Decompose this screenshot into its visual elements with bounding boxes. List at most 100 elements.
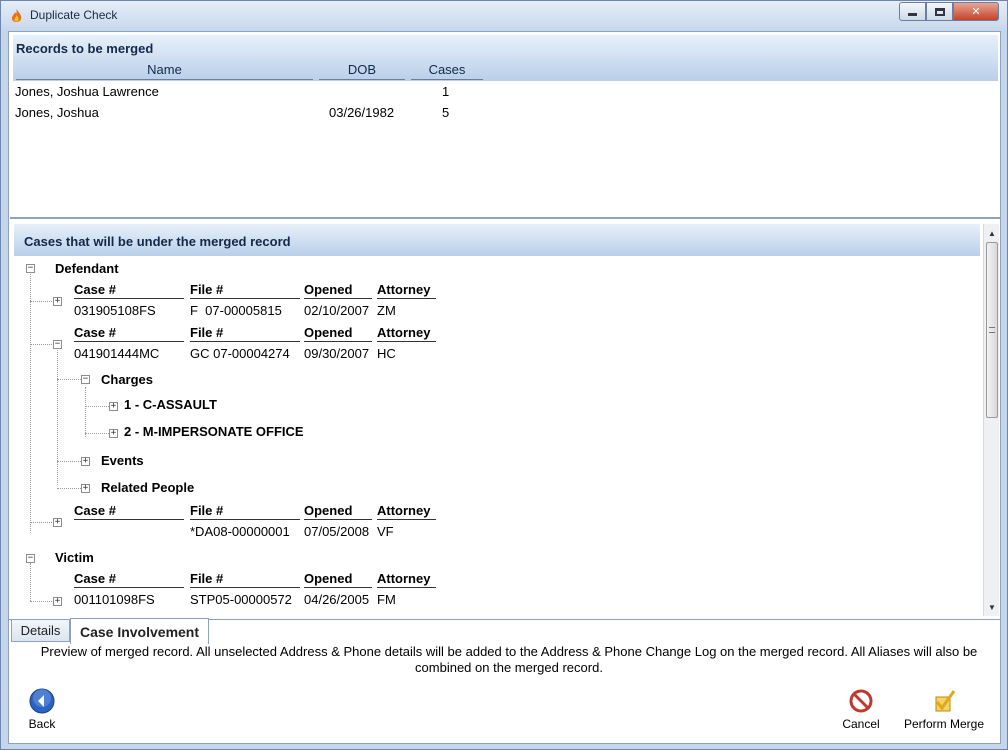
file-column-header: File # — [190, 571, 300, 588]
charges-node[interactable]: Charges — [101, 372, 153, 387]
file-number: *DA08-00000001 — [190, 524, 290, 539]
events-node[interactable]: Events — [101, 453, 144, 468]
file-number: F 07-00005815 — [190, 303, 282, 318]
records-panel: Records to be merged Name DOB Cases Jone… — [10, 33, 1000, 219]
tree-line — [57, 347, 58, 485]
perform-merge-button[interactable]: Perform Merge — [902, 688, 986, 731]
record-cases: 1 — [442, 84, 450, 99]
attorney: HC — [377, 346, 396, 361]
collapse-toggle-icon[interactable]: − — [26, 554, 35, 563]
file-column-header: File # — [190, 282, 300, 299]
expand-toggle-icon[interactable]: + — [109, 402, 118, 411]
restore-icon — [934, 7, 945, 16]
attorney-column-header: Attorney — [377, 282, 436, 299]
case-column-header: Case # — [74, 325, 184, 342]
expand-toggle-icon[interactable]: + — [109, 429, 118, 438]
cancel-button[interactable]: Cancel — [838, 688, 884, 731]
tree-line — [30, 301, 52, 302]
duplicate-check-window: Duplicate Check ✕ Records to be merged N… — [0, 0, 1008, 750]
records-grid-header: Records to be merged Name DOB Cases — [13, 35, 998, 81]
tab-case-involvement[interactable]: Case Involvement — [70, 618, 209, 644]
record-name: Jones, Joshua Lawrence — [15, 84, 159, 99]
close-button[interactable]: ✕ — [953, 2, 999, 21]
file-number: GC 07-00004274 — [190, 346, 290, 361]
expand-toggle-icon[interactable]: + — [53, 297, 62, 306]
case-column-header: Case # — [74, 282, 184, 299]
vertical-scrollbar[interactable]: ▲ ▼ — [983, 224, 999, 616]
case-column-header: Case # — [74, 503, 184, 520]
grip-icon — [989, 327, 995, 333]
opened-column-header: Opened — [304, 282, 372, 299]
file-column-header: File # — [190, 503, 300, 520]
tree-line — [57, 488, 81, 489]
expand-toggle-icon[interactable]: + — [81, 457, 90, 466]
maximize-button[interactable] — [926, 2, 953, 21]
scrollbar-thumb[interactable] — [986, 242, 998, 418]
case-number[interactable]: 031905108FS — [74, 303, 156, 318]
cancel-icon — [849, 689, 873, 713]
column-header-cases[interactable]: Cases — [411, 62, 483, 80]
opened-date: 04/26/2005 — [304, 592, 370, 607]
record-dob: 03/26/1982 — [329, 105, 395, 120]
tree-line — [57, 379, 81, 380]
scroll-up-icon[interactable]: ▲ — [985, 226, 999, 240]
opened-date: 07/05/2008 — [304, 524, 370, 539]
tree-line — [57, 461, 81, 462]
victim-node[interactable]: Victim — [55, 550, 94, 565]
client-area: Records to be merged Name DOB Cases Jone… — [8, 31, 1001, 744]
records-panel-title: Records to be merged — [16, 41, 154, 56]
tab-details[interactable]: Details — [11, 619, 70, 642]
tree-line — [30, 269, 31, 533]
attorney-column-header: Attorney — [377, 325, 436, 342]
tree-line — [30, 522, 52, 523]
expand-toggle-icon[interactable]: + — [81, 484, 90, 493]
window-title: Duplicate Check — [30, 8, 118, 22]
related-people-node[interactable]: Related People — [101, 480, 194, 495]
tree-line — [85, 433, 109, 434]
collapse-toggle-icon[interactable]: − — [81, 375, 90, 384]
minimize-icon — [908, 13, 917, 16]
back-label: Back — [28, 717, 56, 731]
opened-column-header: Opened — [304, 571, 372, 588]
opened-date: 02/10/2007 — [304, 303, 370, 318]
perform-merge-label: Perform Merge — [903, 717, 985, 731]
expand-toggle-icon[interactable]: + — [53, 518, 62, 527]
scroll-down-icon[interactable]: ▼ — [985, 600, 999, 614]
file-number: STP05-00000572 — [190, 592, 292, 607]
cancel-label: Cancel — [842, 717, 880, 731]
minimize-button[interactable] — [899, 2, 926, 21]
opened-date: 09/30/2007 — [304, 346, 370, 361]
case-column-header: Case # — [74, 571, 184, 588]
tree-line — [30, 344, 52, 345]
back-arrow-icon — [29, 688, 55, 714]
case-number[interactable]: 041901444MC — [74, 346, 159, 361]
defendant-node[interactable]: Defendant — [55, 261, 119, 276]
record-row[interactable]: Jones, Joshua 03/26/1982 5 — [10, 105, 710, 123]
column-header-name[interactable]: Name — [16, 62, 313, 80]
title-bar: Duplicate Check ✕ — [1, 1, 1007, 31]
tree-line — [85, 387, 86, 437]
tree-line — [30, 563, 31, 601]
opened-column-header: Opened — [304, 325, 372, 342]
attorney: FM — [377, 592, 396, 607]
attorney-column-header: Attorney — [377, 503, 436, 520]
close-icon: ✕ — [971, 6, 981, 18]
cases-panel-header: Cases that will be under the merged reco… — [14, 224, 980, 256]
checkmark-icon — [935, 690, 956, 712]
case-number[interactable]: 001101098FS — [74, 592, 155, 607]
record-row[interactable]: Jones, Joshua Lawrence 1 — [10, 84, 710, 102]
collapse-toggle-icon[interactable]: − — [53, 340, 62, 349]
charge-item[interactable]: 1 - C-ASSAULT — [124, 397, 217, 412]
column-header-dob[interactable]: DOB — [319, 62, 405, 80]
attorney: ZM — [377, 303, 396, 318]
attorney-column-header: Attorney — [377, 571, 436, 588]
charge-item[interactable]: 2 - M-IMPERSONATE OFFICE — [124, 424, 304, 439]
tree-line — [85, 406, 109, 407]
back-button[interactable]: Back — [23, 688, 61, 731]
expand-toggle-icon[interactable]: + — [53, 597, 62, 606]
cases-panel: Cases that will be under the merged reco… — [10, 221, 1000, 619]
file-column-header: File # — [190, 325, 300, 342]
record-name: Jones, Joshua — [15, 105, 99, 120]
collapse-toggle-icon[interactable]: − — [26, 264, 35, 273]
merge-preview-note: Preview of merged record. All unselected… — [40, 644, 978, 675]
